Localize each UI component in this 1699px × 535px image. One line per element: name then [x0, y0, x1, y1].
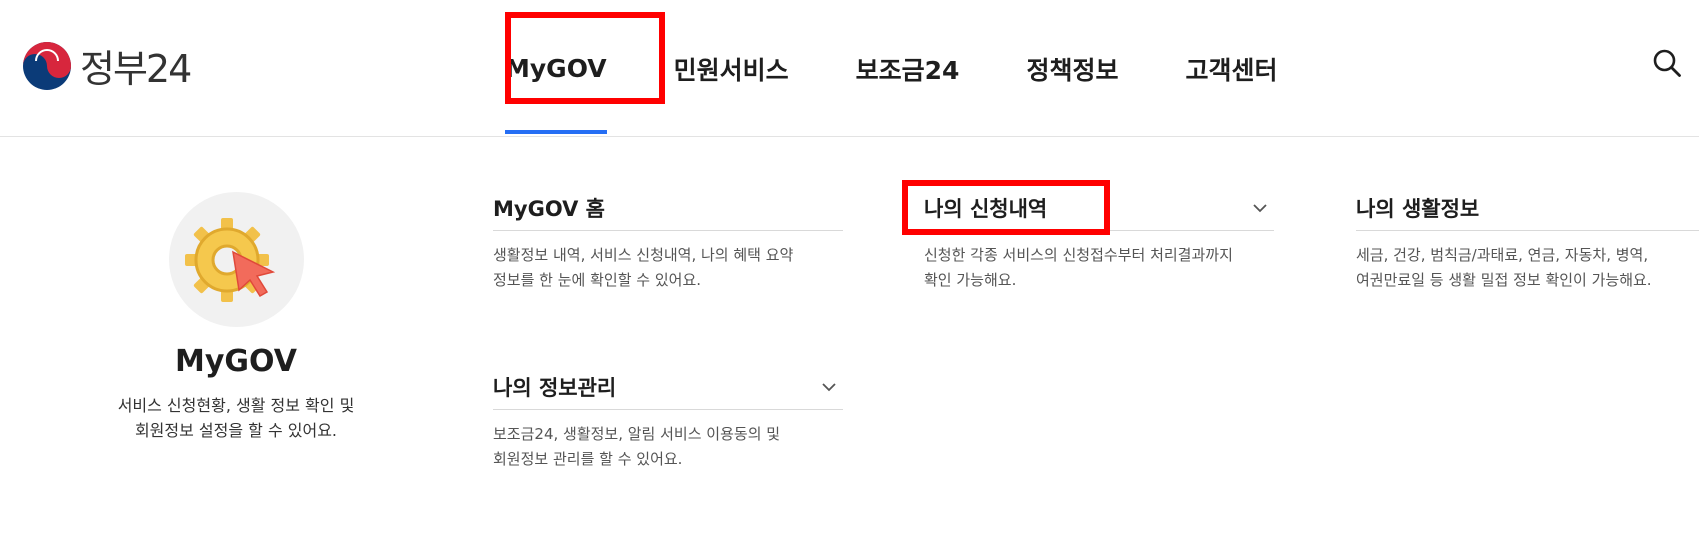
menu-desc-line: 신청한 각종 서비스의 신청접수부터 처리결과까지	[924, 246, 1233, 264]
intro-illustration	[168, 192, 304, 327]
menu-title: 나의 신청내역	[924, 196, 1048, 221]
global-header: 정부24 MyGOV 민원서비스 보조금24 정책정보 고객센터	[0, 0, 1699, 137]
nav-item-civil-service[interactable]: 민원서비스	[674, 0, 789, 137]
intro-description: 서비스 신청현황, 생활 정보 확인 및 회원정보 설정을 할 수 있어요.	[100, 393, 372, 443]
nav-item-customer-center[interactable]: 고객센터	[1185, 0, 1277, 137]
menu-group-my-info: 나의 정보관리 보조금24, 생활정보, 알림 서비스 이용동의 및 회원정보 …	[493, 364, 843, 472]
menu-description: 세금, 건강, 범칙금/과태료, 연금, 자동차, 병역, 여권만료일 등 생활…	[1356, 243, 1699, 293]
main-navigation: MyGOV 민원서비스 보조금24 정책정보 고객센터	[505, 0, 1345, 137]
menu-toggle-my-info[interactable]: 나의 정보관리	[493, 364, 843, 410]
menu-description: 신청한 각종 서비스의 신청접수부터 처리결과까지 확인 가능해요.	[924, 243, 1274, 293]
site-logo[interactable]: 정부24	[22, 38, 192, 93]
taegeuk-logo-icon	[23, 41, 71, 90]
menu-group-mygov-home: MyGOV 홈 생활정보 내역, 서비스 신청내역, 나의 혜택 요약 정보를 …	[493, 185, 843, 293]
menu-desc-line: 여권만료일 등 생활 밀접 정보 확인이 가능해요.	[1356, 271, 1652, 289]
mygov-intro: MyGOV 서비스 신청현황, 생활 정보 확인 및 회원정보 설정을 할 수 …	[100, 192, 372, 443]
menu-desc-line: 정보를 한 눈에 확인할 수 있어요.	[493, 271, 702, 289]
menu-desc-line: 확인 가능해요.	[924, 271, 1017, 289]
search-icon[interactable]	[1652, 48, 1682, 78]
menu-desc-line: 생활정보 내역, 서비스 신청내역, 나의 혜택 요약	[493, 246, 794, 264]
menu-desc-line: 보조금24, 생활정보, 알림 서비스 이용동의 및	[493, 425, 781, 443]
chevron-down-icon	[822, 382, 836, 391]
nav-item-mygov[interactable]: MyGOV	[505, 0, 607, 137]
menu-title: 나의 정보관리	[493, 375, 617, 400]
menu-description: 생활정보 내역, 서비스 신청내역, 나의 혜택 요약 정보를 한 눈에 확인할…	[493, 243, 843, 293]
intro-desc-line: 서비스 신청현황, 생활 정보 확인 및	[117, 396, 355, 415]
menu-group-my-life-info: 나의 생활정보 세금, 건강, 범칙금/과태료, 연금, 자동차, 병역, 여권…	[1356, 185, 1699, 293]
menu-group-my-applications: 나의 신청내역 신청한 각종 서비스의 신청접수부터 처리결과까지 확인 가능해…	[924, 185, 1274, 293]
menu-link-mygov-home[interactable]: MyGOV 홈	[493, 185, 843, 231]
logo-text: 정부24	[80, 47, 192, 91]
menu-link-my-life-info[interactable]: 나의 생활정보	[1356, 185, 1699, 231]
intro-desc-line: 회원정보 설정을 할 수 있어요.	[134, 421, 338, 440]
menu-title: MyGOV 홈	[493, 196, 605, 221]
menu-toggle-my-applications[interactable]: 나의 신청내역	[924, 185, 1274, 231]
nav-item-subsidy24[interactable]: 보조금24	[856, 0, 960, 137]
nav-item-policy-info[interactable]: 정책정보	[1026, 0, 1118, 137]
menu-title: 나의 생활정보	[1356, 196, 1480, 221]
gear-cursor-icon	[184, 218, 275, 302]
menu-desc-line: 회원정보 관리를 할 수 있어요.	[493, 450, 683, 468]
menu-description: 보조금24, 생활정보, 알림 서비스 이용동의 및 회원정보 관리를 할 수 …	[493, 422, 843, 472]
chevron-down-icon	[1253, 203, 1267, 212]
menu-desc-line: 세금, 건강, 범칙금/과태료, 연금, 자동차, 병역,	[1356, 246, 1649, 264]
intro-title: MyGOV	[175, 344, 297, 379]
